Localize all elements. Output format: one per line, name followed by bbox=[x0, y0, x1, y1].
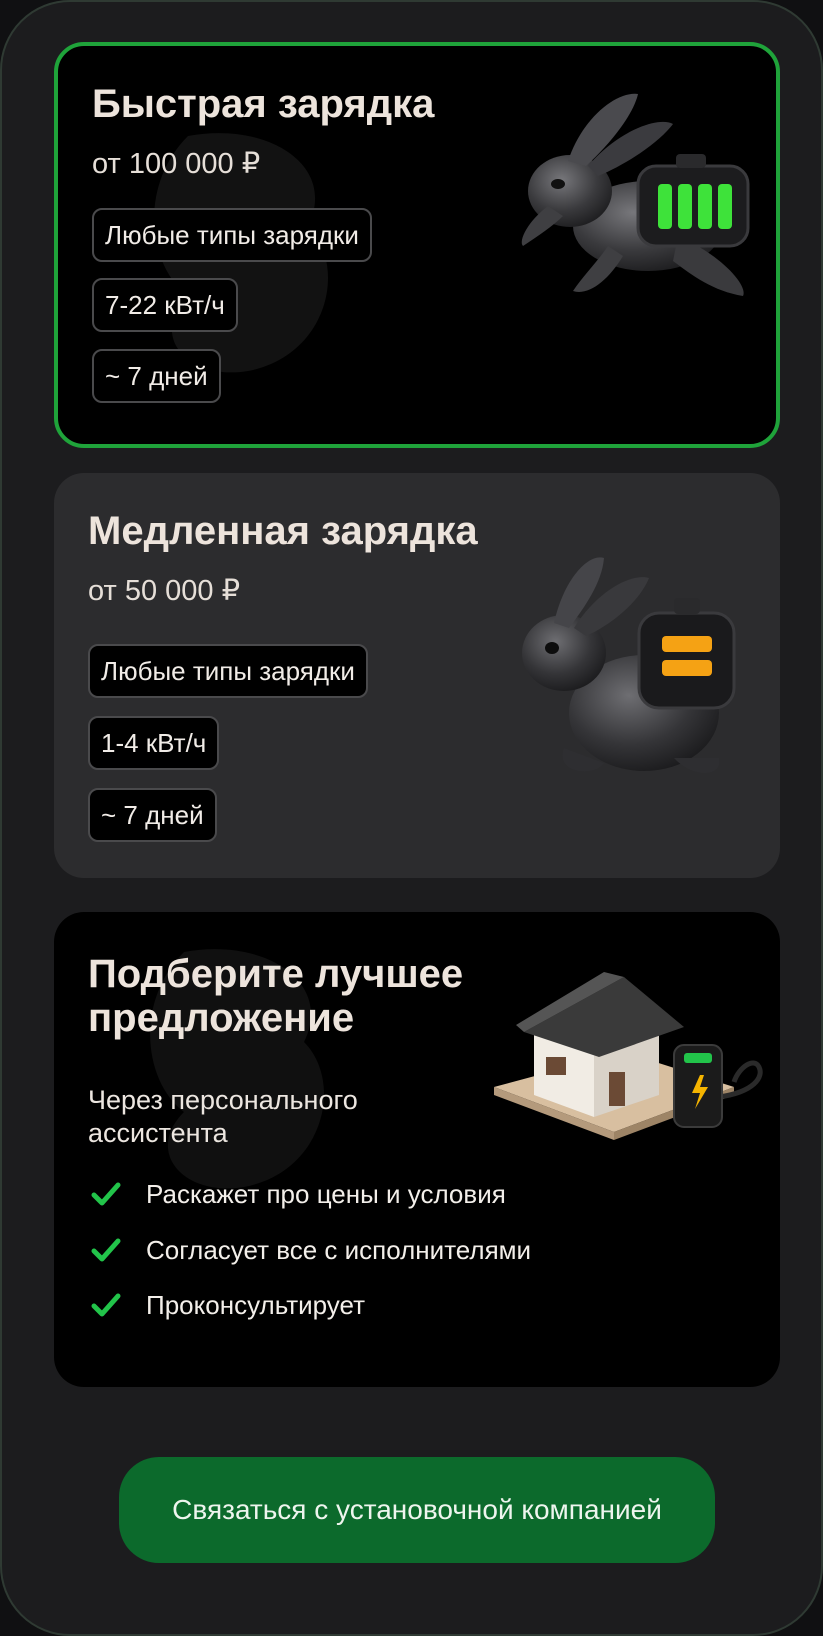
assistant-card: Подберите лучшее предложение Через персо… bbox=[54, 912, 780, 1387]
benefit-item: Согласует все с исполнителями bbox=[90, 1230, 531, 1270]
chip-power: 7-22 кВт/ч bbox=[92, 278, 238, 332]
chip-power: 1-4 кВт/ч bbox=[88, 716, 220, 770]
benefit-text: Согласует все с исполнителями bbox=[146, 1234, 532, 1265]
house-charger-icon bbox=[494, 972, 763, 1140]
assistant-title-line2: предложение bbox=[88, 996, 355, 1040]
check-icon bbox=[91, 1182, 121, 1206]
benefit-text: Проконсультирует bbox=[146, 1289, 366, 1320]
offer-title: Быстрая зарядка bbox=[92, 82, 435, 126]
assistant-title: Подберите лучшее предложение bbox=[88, 952, 463, 1040]
benefit-item: Раскажет про цены и условия bbox=[90, 1174, 506, 1214]
assistant-title-line1: Подберите лучшее bbox=[88, 952, 464, 996]
chip-charge-types: Любые типы зарядки bbox=[92, 208, 372, 262]
rabbit-battery-icon bbox=[521, 93, 750, 296]
benefit-text: Раскажет про цены и условия bbox=[146, 1178, 506, 1209]
check-icon bbox=[91, 1238, 121, 1262]
offer-price: от 50 000 ₽ bbox=[88, 575, 241, 607]
rabbit-backpack-icon bbox=[522, 557, 736, 774]
offer-card-slow[interactable]: Медленная зарядка от 50 000 ₽ Любые типы… bbox=[54, 473, 780, 878]
check-icon bbox=[91, 1293, 121, 1317]
chip-charge-types: Любые типы зарядки bbox=[88, 644, 368, 698]
offer-title: Медленная зарядка bbox=[88, 509, 478, 553]
benefit-item: Проконсультирует bbox=[90, 1285, 365, 1325]
assistant-subtitle: Через персонального ассистента bbox=[88, 1085, 358, 1148]
contact-installer-button[interactable]: Связаться с установочной компанией bbox=[119, 1457, 715, 1563]
chip-duration: ~ 7 дней bbox=[88, 788, 217, 842]
chip-duration: ~ 7 дней bbox=[92, 349, 221, 403]
offer-card-fast[interactable]: Быстрая зарядка от 100 000 ₽ Любые типы … bbox=[54, 42, 780, 448]
offer-price: от 100 000 ₽ bbox=[92, 148, 261, 180]
app-screen: Быстрая зарядка от 100 000 ₽ Любые типы … bbox=[0, 0, 823, 1636]
